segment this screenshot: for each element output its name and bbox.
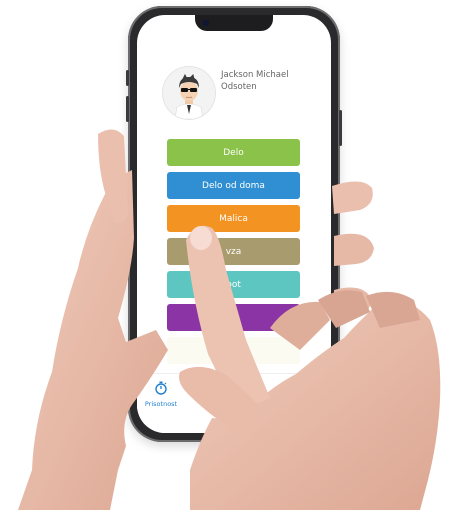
- menu-button-work-from-home[interactable]: Delo od doma: [167, 172, 300, 199]
- avatar[interactable]: [163, 67, 215, 119]
- user-avatar-icon: [163, 67, 215, 119]
- nav-item-label: Prisotnost: [144, 400, 178, 408]
- phone-notch: [195, 15, 273, 31]
- phone-screen: Jackson Michael Odsoten Delo Delo od dom…: [137, 15, 331, 433]
- menu-button-blank[interactable]: [167, 337, 300, 364]
- stopwatch-icon: [155, 381, 167, 395]
- menu-button-trip[interactable]: pot: [167, 271, 300, 298]
- user-name: Jackson Michael Odsoten: [221, 70, 289, 92]
- menu-button-work[interactable]: Delo: [167, 139, 300, 166]
- right-finger: [366, 291, 420, 328]
- phone-side-button: [339, 110, 342, 146]
- menu-button-lunch[interactable]: Malica: [167, 205, 300, 232]
- menu-button-break[interactable]: vza: [167, 238, 300, 265]
- left-finger: [334, 233, 374, 266]
- bottom-nav: Prisotnost: [137, 373, 331, 433]
- phone-side-button: [126, 96, 129, 122]
- phone-side-button: [126, 70, 129, 86]
- left-thumb: [98, 129, 128, 223]
- phone-mockup-scene: Jackson Michael Odsoten Delo Delo od dom…: [0, 0, 453, 510]
- camera-icon: [203, 20, 209, 26]
- menu-button-other[interactable]: [167, 304, 300, 331]
- nav-item-attendance[interactable]: Prisotnost: [141, 380, 181, 408]
